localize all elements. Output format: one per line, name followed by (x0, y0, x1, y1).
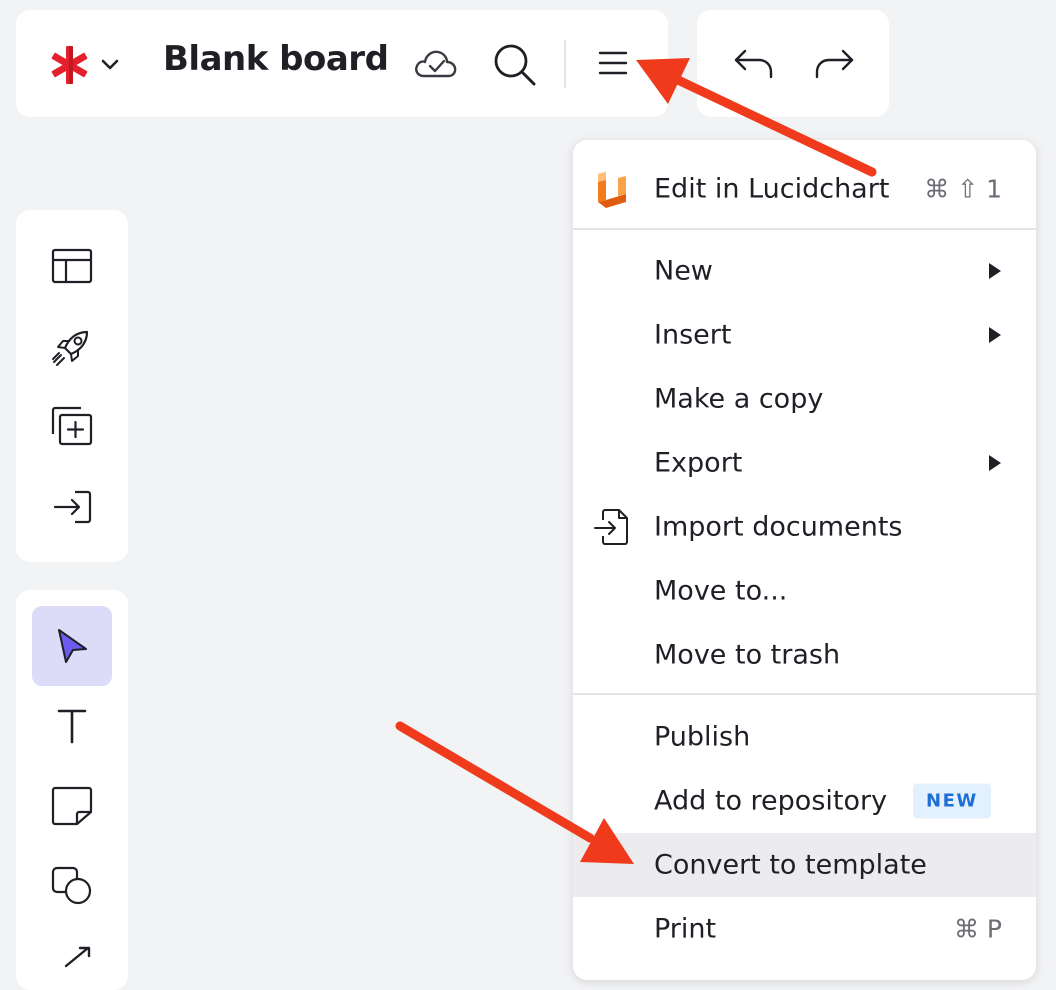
lucidchart-icon (592, 170, 632, 214)
menu-item-label: Add to repository (654, 785, 888, 817)
menu-item-convert-to-template[interactable]: Convert to template (573, 833, 1036, 897)
menu-item-label: Move to trash (654, 639, 841, 671)
import-document-icon (593, 508, 629, 550)
search-icon[interactable] (493, 43, 537, 91)
menu-divider (573, 693, 1036, 695)
menu-item-label: New (654, 255, 713, 287)
toolbar-divider (564, 40, 566, 88)
text-icon[interactable] (57, 708, 87, 748)
submenu-arrow-icon (989, 455, 1001, 471)
menu-item-label: Import documents (654, 511, 903, 543)
undo-icon[interactable] (733, 48, 775, 84)
menu-item-move-to[interactable]: Move to... (573, 559, 1036, 623)
main-menu-dropdown: Edit in Lucidchart ⌘ ⇧ 1 New Insert Make… (573, 140, 1036, 980)
import-icon[interactable] (53, 490, 93, 528)
submenu-arrow-icon (989, 263, 1001, 279)
lucid-logo-icon[interactable] (48, 44, 90, 90)
menu-item-publish[interactable]: Publish (573, 705, 1036, 769)
document-title[interactable]: Blank board (163, 42, 389, 76)
menu-item-make-a-copy[interactable]: Make a copy (573, 367, 1036, 431)
submenu-arrow-icon (989, 327, 1001, 343)
menu-item-label: Export (654, 447, 743, 479)
menu-item-label: Print (654, 913, 717, 945)
menu-item-export[interactable]: Export (573, 431, 1036, 495)
menu-item-label: Move to... (654, 575, 788, 607)
menu-item-label: Convert to template (654, 849, 927, 881)
chevron-down-icon[interactable] (100, 57, 120, 76)
shapes-icon[interactable] (51, 866, 93, 910)
line-icon[interactable] (62, 944, 94, 968)
rocket-icon[interactable] (51, 326, 93, 372)
menu-item-move-to-trash[interactable]: Move to trash (573, 623, 1036, 687)
menu-item-label: Make a copy (654, 383, 824, 415)
select-pointer-icon[interactable] (56, 627, 90, 669)
undo-redo-bar (697, 10, 889, 117)
sticky-note-icon[interactable] (51, 786, 93, 830)
menu-item-add-to-repository[interactable]: Add to repository NEW (573, 769, 1036, 833)
menu-divider (573, 228, 1036, 230)
redo-icon[interactable] (813, 48, 855, 84)
keyboard-shortcut: ⌘ ⇧ 1 (924, 174, 1002, 204)
cloud-saved-icon[interactable] (413, 46, 457, 84)
menu-item-label: Edit in Lucidchart (654, 173, 890, 205)
add-frame-icon[interactable] (51, 406, 93, 450)
hamburger-menu-icon[interactable] (598, 50, 628, 80)
menu-item-new[interactable]: New (573, 239, 1036, 303)
menu-item-insert[interactable]: Insert (573, 303, 1036, 367)
menu-item-edit-in-lucidchart[interactable]: Edit in Lucidchart ⌘ ⇧ 1 (573, 157, 1036, 221)
new-badge: NEW (913, 783, 991, 819)
menu-item-label: Insert (654, 319, 732, 351)
menu-item-label: Publish (654, 721, 751, 753)
menu-item-import-documents[interactable]: Import documents (573, 495, 1036, 559)
keyboard-shortcut: ⌘ P (953, 914, 1002, 944)
menu-item-print[interactable]: Print ⌘ P (573, 897, 1036, 961)
templates-icon[interactable] (51, 248, 93, 288)
